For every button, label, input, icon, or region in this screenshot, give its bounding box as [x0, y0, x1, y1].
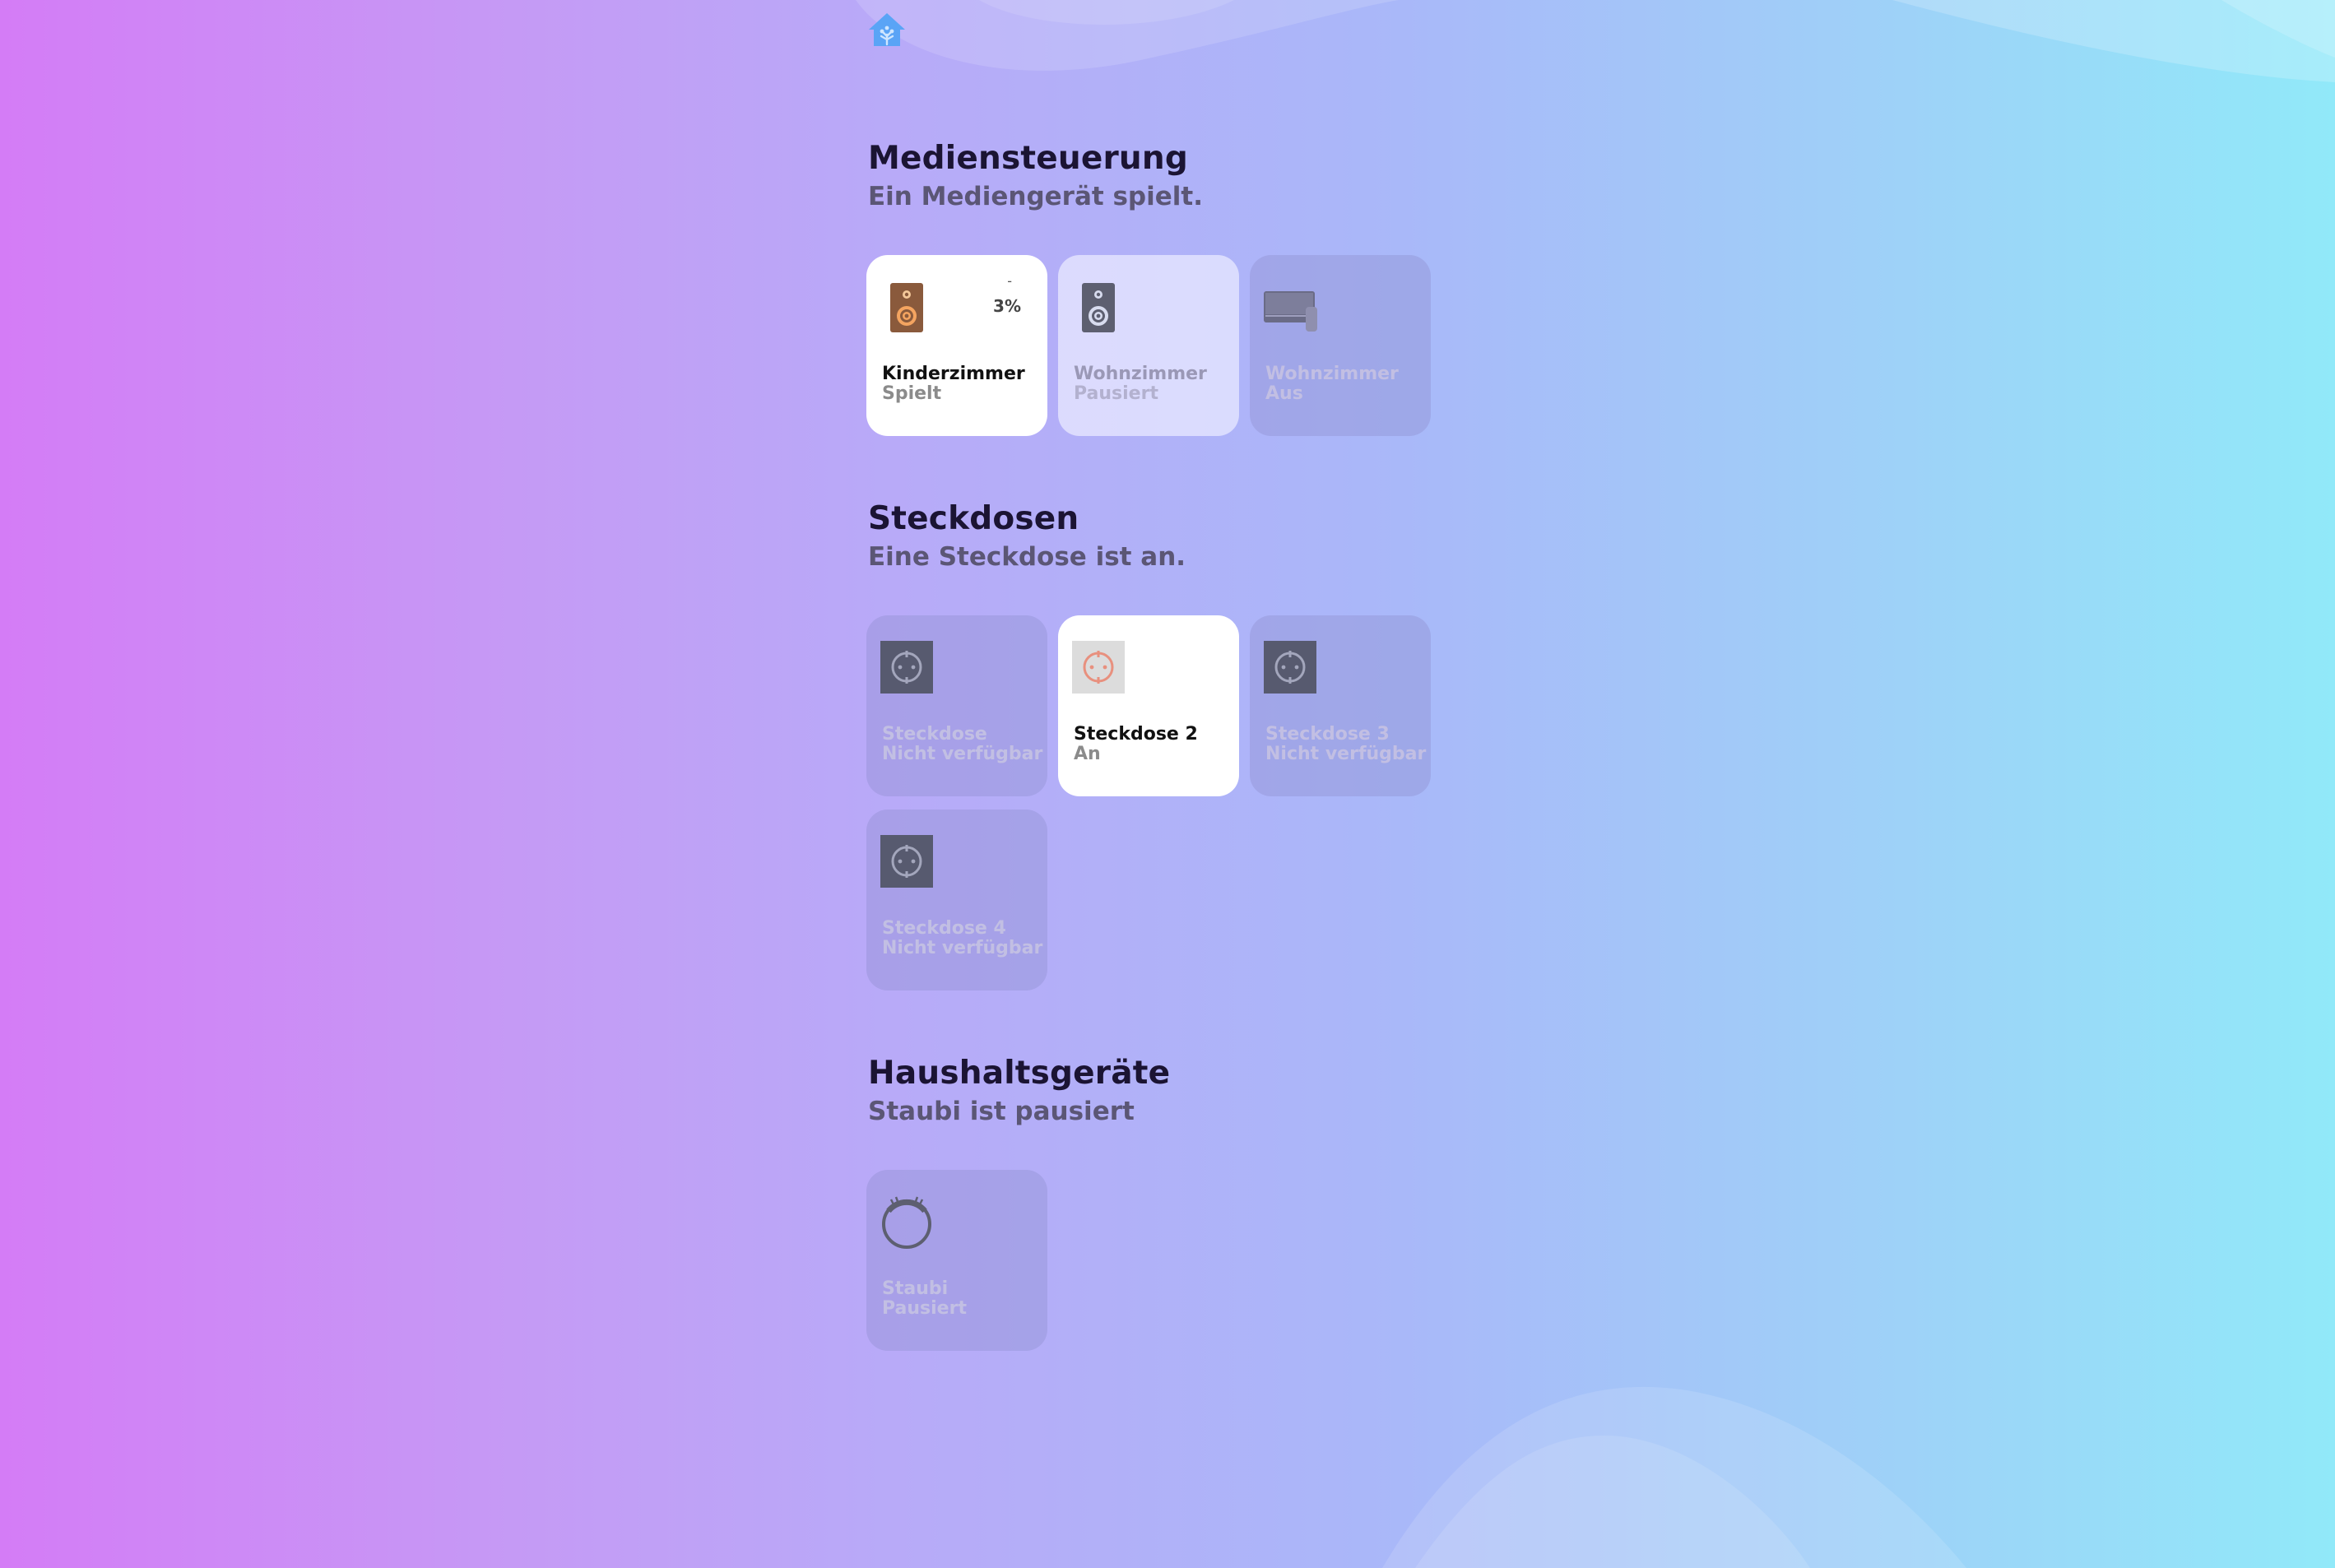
tile-media-wohnzimmer-tv[interactable]: Wohnzimmer Aus	[1250, 255, 1431, 436]
section-title-appliances: Haushaltsgeräte	[868, 1055, 1171, 1092]
volume-level: 3%	[993, 296, 1021, 316]
tile-outlet-2[interactable]: Steckdose 2 An	[1058, 615, 1239, 796]
tv-icon	[1264, 291, 1317, 332]
outlet-icon	[880, 641, 933, 694]
tile-state: Spielt	[882, 383, 942, 404]
tile-name: Steckdose 4	[882, 918, 1006, 939]
home-icon[interactable]	[867, 12, 907, 48]
section-title-outlets: Steckdosen	[868, 500, 1079, 537]
tile-state: Aus	[1265, 383, 1303, 404]
section-subtitle-outlets: Eine Steckdose ist an.	[868, 542, 1186, 572]
outlet-icon	[880, 835, 933, 888]
section-subtitle-media: Ein Mediengerät spielt.	[868, 182, 1203, 211]
speaker-icon	[890, 283, 923, 332]
tile-media-kinderzimmer[interactable]: - 3% Kinderzimmer Spielt	[866, 255, 1047, 436]
tile-state: An	[1074, 744, 1101, 764]
tile-name: Staubi	[882, 1278, 949, 1299]
tile-state: Nicht verfügbar	[882, 744, 1043, 764]
tile-appliance-staubi[interactable]: Staubi Pausiert	[866, 1170, 1047, 1351]
tile-outlet-3[interactable]: Steckdose 3 Nicht verfügbar	[1250, 615, 1431, 796]
tile-state: Nicht verfügbar	[1265, 744, 1427, 764]
tile-name: Steckdose	[882, 724, 987, 745]
tile-state: Pausiert	[882, 1298, 967, 1319]
section-title-media: Mediensteuerung	[868, 140, 1188, 177]
tile-name: Wohnzimmer	[1074, 364, 1207, 384]
speaker-icon	[1082, 283, 1115, 332]
tile-outlet-1[interactable]: Steckdose Nicht verfügbar	[866, 615, 1047, 796]
outlet-icon	[1264, 641, 1316, 694]
tile-state: Nicht verfügbar	[882, 938, 1043, 958]
tile-state: Pausiert	[1074, 383, 1158, 404]
tile-name: Kinderzimmer	[882, 364, 1025, 384]
tile-media-wohnzimmer[interactable]: Wohnzimmer Pausiert	[1058, 255, 1239, 436]
tile-name: Steckdose 3	[1265, 724, 1390, 745]
tile-name: Steckdose 2	[1074, 724, 1198, 745]
robot-vacuum-icon	[882, 1196, 931, 1249]
tile-name: Wohnzimmer	[1265, 364, 1399, 384]
tile-outlet-4[interactable]: Steckdose 4 Nicht verfügbar	[866, 810, 1047, 990]
section-subtitle-appliances: Staubi ist pausiert	[868, 1097, 1135, 1126]
volume-dash: -	[1007, 273, 1012, 289]
outlet-icon	[1072, 641, 1125, 694]
